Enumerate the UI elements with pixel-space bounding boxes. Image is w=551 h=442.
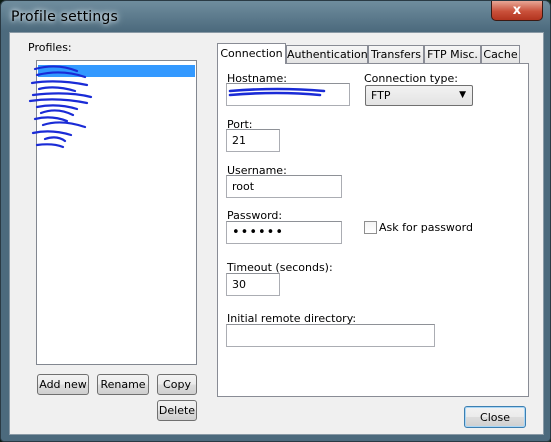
profiles-label: Profiles:: [28, 41, 72, 54]
window-close-button[interactable]: x: [491, 1, 543, 21]
timeout-input[interactable]: [226, 273, 280, 296]
connection-type-value: FTP: [371, 89, 391, 102]
hostname-input[interactable]: [226, 83, 350, 106]
dialog-client-area: Profiles: Add new Rename Copy Delete Con…: [9, 32, 544, 435]
rename-button[interactable]: Rename: [97, 374, 149, 395]
profiles-list-selection: [38, 65, 195, 77]
chevron-down-icon: ▼: [459, 90, 466, 100]
delete-button[interactable]: Delete: [157, 400, 197, 421]
ask-password-checkbox[interactable]: [364, 221, 377, 234]
password-input[interactable]: [226, 221, 342, 244]
username-input[interactable]: [226, 175, 342, 198]
port-input[interactable]: [226, 129, 280, 152]
close-button[interactable]: Close: [464, 406, 526, 428]
tab-connection[interactable]: Connection: [217, 43, 286, 64]
title-bar[interactable]: Profile settings x: [1, 1, 550, 33]
copy-button[interactable]: Copy: [157, 374, 197, 395]
add-new-button[interactable]: Add new: [37, 374, 89, 395]
close-icon: x: [512, 3, 522, 18]
tab-cache[interactable]: Cache: [481, 45, 520, 63]
tab-authentication[interactable]: Authentication: [286, 45, 368, 63]
connection-panel: Hostname: Connection type: FTP ▼ Port: U…: [217, 63, 529, 397]
tab-ftp-misc[interactable]: FTP Misc.: [424, 45, 481, 63]
window-title: Profile settings: [11, 9, 119, 25]
tab-transfers[interactable]: Transfers: [368, 45, 424, 63]
profile-settings-window: Profile settings x Profiles: Add new Ren…: [0, 0, 551, 442]
connection-type-label: Connection type:: [364, 72, 459, 85]
ask-password-label: Ask for password: [379, 221, 473, 234]
remote-directory-input[interactable]: [226, 324, 435, 347]
connection-type-select[interactable]: FTP ▼: [365, 85, 473, 106]
profiles-list[interactable]: [28, 60, 197, 365]
